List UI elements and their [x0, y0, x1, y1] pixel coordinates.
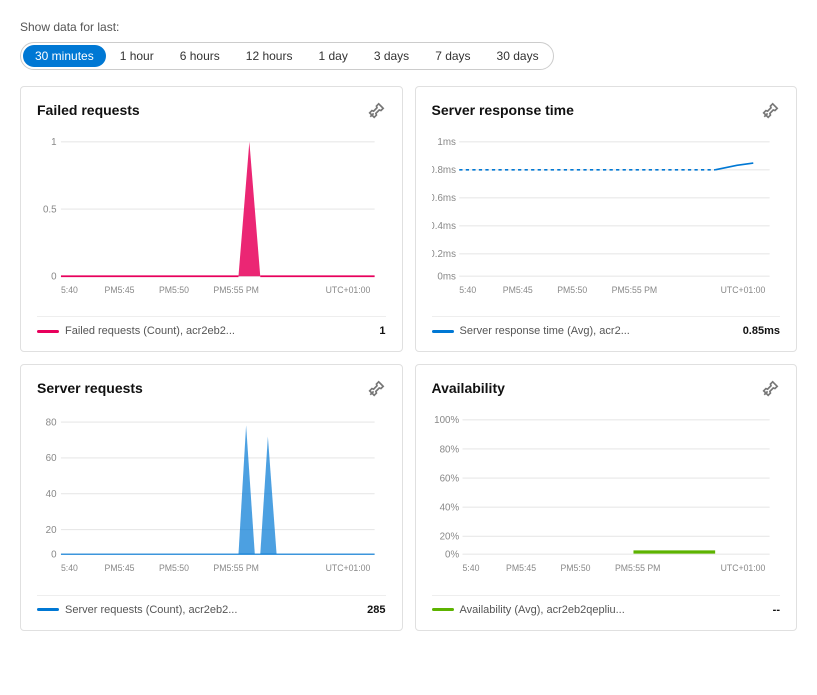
- server-response-legend-left: Server response time (Avg), acr2...: [432, 325, 630, 337]
- availability-title: Availability: [432, 380, 505, 396]
- svg-text:PM5:55 PM: PM5:55 PM: [213, 563, 258, 573]
- svg-text:20%: 20%: [439, 532, 459, 543]
- svg-text:PM5:55 PM: PM5:55 PM: [614, 563, 659, 573]
- server-response-legend-value: 0.85ms: [743, 325, 780, 337]
- availability-header: Availability: [432, 379, 781, 397]
- svg-text:PM5:50: PM5:50: [560, 563, 590, 573]
- failed-requests-legend-value: 1: [379, 325, 385, 337]
- server-requests-legend-line: [37, 608, 59, 611]
- server-response-legend-line: [432, 330, 454, 333]
- server-requests-title: Server requests: [37, 380, 143, 396]
- svg-text:PM5:50: PM5:50: [159, 563, 189, 573]
- availability-legend-value: --: [773, 604, 780, 616]
- availability-card: Availability 100% 80% 60% 40% 20% 0%: [415, 364, 798, 630]
- server-requests-chart: 80 60 40 20 0 5:40 PM5:45: [37, 403, 386, 582]
- server-requests-legend-value: 285: [367, 604, 385, 616]
- svg-text:100%: 100%: [434, 415, 459, 426]
- svg-text:40: 40: [46, 489, 57, 500]
- pin-icon-failed[interactable]: [368, 101, 386, 119]
- svg-text:UTC+01:00: UTC+01:00: [720, 563, 765, 573]
- svg-text:80: 80: [46, 418, 57, 429]
- svg-text:0: 0: [51, 271, 57, 282]
- svg-text:PM5:55 PM: PM5:55 PM: [213, 285, 258, 295]
- svg-text:5:40: 5:40: [459, 285, 476, 295]
- svg-text:0.2ms: 0.2ms: [432, 249, 456, 260]
- availability-legend-line: [432, 608, 454, 611]
- availability-chart: 100% 80% 60% 40% 20% 0% 5:40 PM5:45 PM5:…: [432, 403, 781, 582]
- svg-text:0.8ms: 0.8ms: [432, 165, 456, 176]
- svg-text:UTC+01:00: UTC+01:00: [326, 563, 371, 573]
- pin-icon-response[interactable]: [762, 101, 780, 119]
- svg-text:1ms: 1ms: [437, 137, 456, 148]
- failed-requests-legend-left: Failed requests (Count), acr2eb2...: [37, 325, 235, 337]
- time-filter-12hours[interactable]: 12 hours: [234, 45, 305, 67]
- time-filter-bar: 30 minutes 1 hour 6 hours 12 hours 1 day…: [20, 42, 554, 70]
- time-filter-1hour[interactable]: 1 hour: [108, 45, 166, 67]
- time-filter-1day[interactable]: 1 day: [306, 45, 359, 67]
- server-response-time-header: Server response time: [432, 101, 781, 119]
- server-response-legend: Server response time (Avg), acr2... 0.85…: [432, 316, 781, 337]
- pin-icon-availability[interactable]: [762, 379, 780, 397]
- time-filter-3days[interactable]: 3 days: [362, 45, 421, 67]
- availability-legend: Availability (Avg), acr2eb2qepliu... --: [432, 595, 781, 616]
- server-response-time-chart: 1ms 0.8ms 0.6ms 0.4ms 0.2ms 0ms 5:40: [432, 125, 781, 304]
- failed-requests-legend-line: [37, 330, 59, 333]
- svg-text:1: 1: [51, 137, 57, 148]
- failed-requests-title: Failed requests: [37, 102, 140, 118]
- availability-legend-left: Availability (Avg), acr2eb2qepliu...: [432, 604, 625, 616]
- svg-text:PM5:45: PM5:45: [506, 563, 536, 573]
- svg-text:80%: 80%: [439, 444, 459, 455]
- server-response-time-card: Server response time 1ms 0.8ms 0.6ms 0.4…: [415, 86, 798, 352]
- show-data-label: Show data for last:: [20, 20, 797, 34]
- server-requests-legend: Server requests (Count), acr2eb2... 285: [37, 595, 386, 616]
- server-requests-header: Server requests: [37, 379, 386, 397]
- svg-text:60%: 60%: [439, 474, 459, 485]
- svg-text:20: 20: [46, 525, 57, 536]
- svg-text:PM5:50: PM5:50: [159, 285, 189, 295]
- server-response-time-title: Server response time: [432, 102, 574, 118]
- failed-requests-chart: 1 0.5 0 5:40 PM5:45 PM5:50 PM5:55 PM: [37, 125, 386, 304]
- svg-text:60: 60: [46, 453, 57, 464]
- svg-text:0: 0: [51, 550, 57, 561]
- availability-legend-text: Availability (Avg), acr2eb2qepliu...: [460, 604, 625, 616]
- svg-text:0.5: 0.5: [43, 204, 57, 215]
- pin-icon-requests[interactable]: [368, 379, 386, 397]
- failed-requests-header: Failed requests: [37, 101, 386, 119]
- svg-text:0ms: 0ms: [437, 271, 456, 282]
- svg-text:5:40: 5:40: [462, 563, 479, 573]
- time-filter-7days[interactable]: 7 days: [423, 45, 482, 67]
- failed-requests-legend-text: Failed requests (Count), acr2eb2...: [65, 325, 235, 337]
- svg-text:0.6ms: 0.6ms: [432, 193, 456, 204]
- server-requests-legend-text: Server requests (Count), acr2eb2...: [65, 604, 237, 616]
- svg-text:0%: 0%: [445, 550, 459, 561]
- failed-requests-card: Failed requests 1 0.5 0: [20, 86, 403, 352]
- svg-text:UTC+01:00: UTC+01:00: [720, 285, 765, 295]
- svg-text:0.4ms: 0.4ms: [432, 221, 456, 232]
- time-filter-6hours[interactable]: 6 hours: [168, 45, 232, 67]
- server-requests-legend-left: Server requests (Count), acr2eb2...: [37, 604, 237, 616]
- time-filter-30days[interactable]: 30 days: [485, 45, 551, 67]
- svg-text:PM5:45: PM5:45: [105, 285, 135, 295]
- svg-text:5:40: 5:40: [61, 285, 78, 295]
- time-filter-30min[interactable]: 30 minutes: [23, 45, 106, 67]
- failed-requests-legend: Failed requests (Count), acr2eb2... 1: [37, 316, 386, 337]
- server-requests-card: Server requests 80 60 40 20 0: [20, 364, 403, 630]
- svg-text:PM5:45: PM5:45: [502, 285, 532, 295]
- svg-text:40%: 40%: [439, 503, 459, 514]
- server-response-legend-text: Server response time (Avg), acr2...: [460, 325, 630, 337]
- svg-text:PM5:55 PM: PM5:55 PM: [611, 285, 656, 295]
- svg-text:5:40: 5:40: [61, 563, 78, 573]
- charts-grid: Failed requests 1 0.5 0: [20, 86, 797, 631]
- svg-text:UTC+01:00: UTC+01:00: [326, 285, 371, 295]
- svg-text:PM5:50: PM5:50: [557, 285, 587, 295]
- svg-text:PM5:45: PM5:45: [105, 563, 135, 573]
